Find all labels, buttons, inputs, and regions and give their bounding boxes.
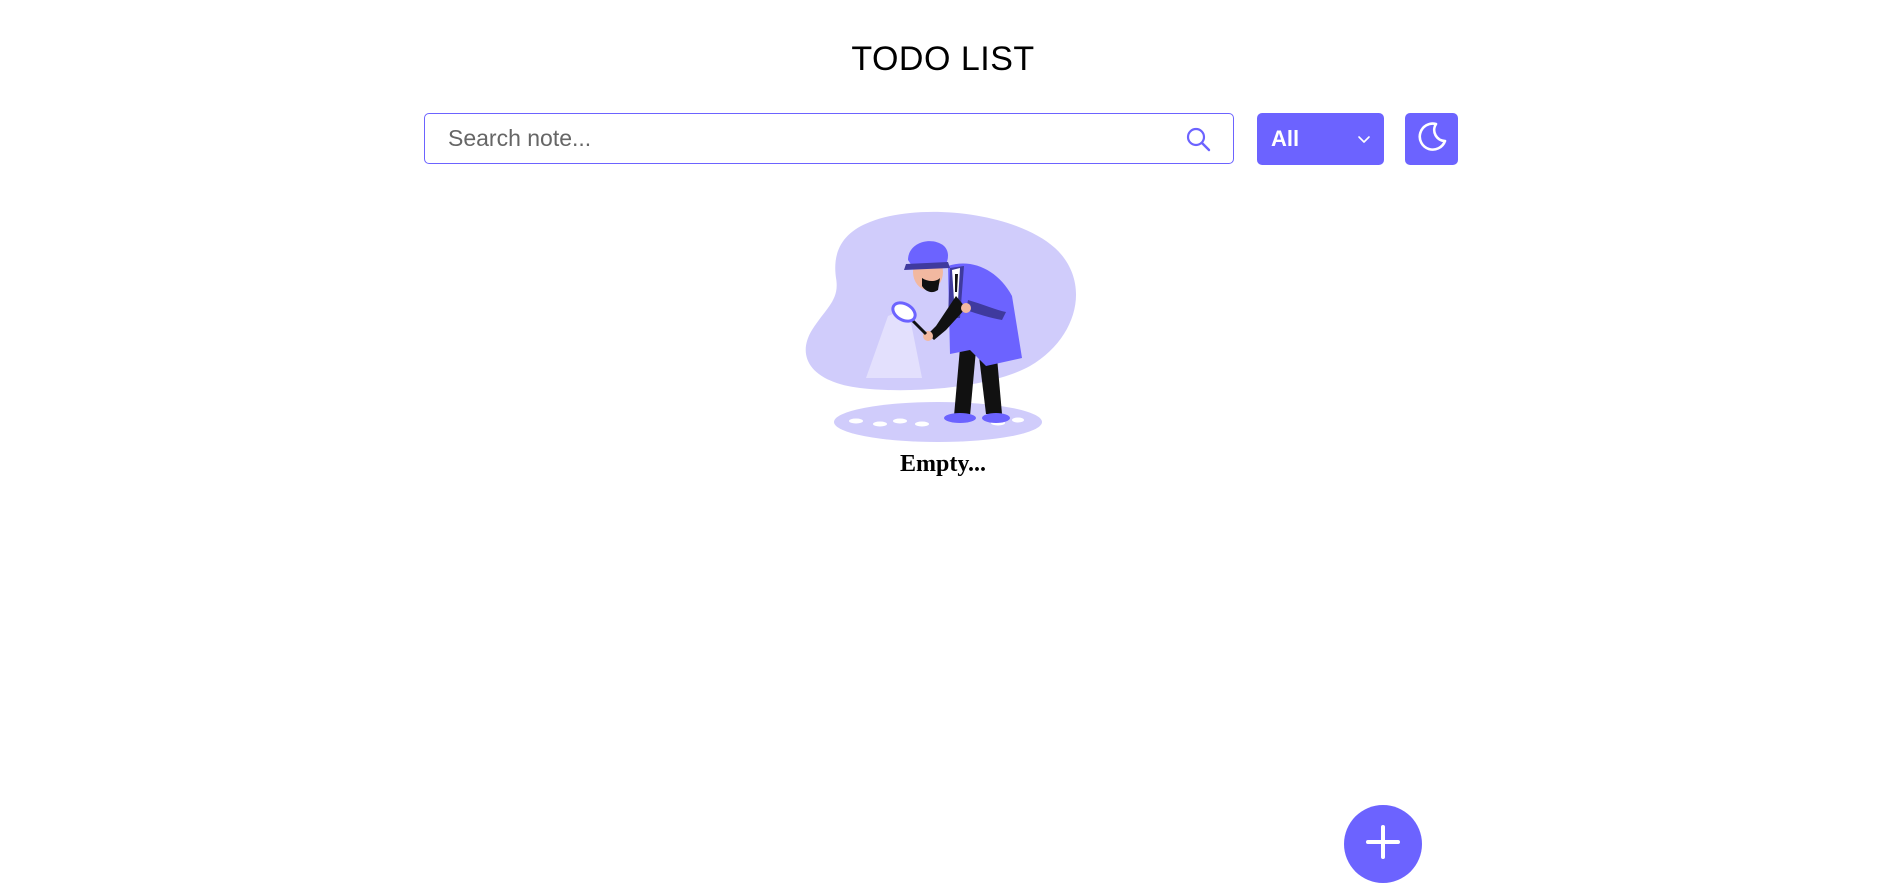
moon-icon: [1415, 120, 1449, 159]
filter-selected-value: All: [1271, 126, 1300, 151]
search-icon[interactable]: [1183, 124, 1213, 154]
search-input[interactable]: [425, 113, 1183, 164]
todo-app: TODO LIST All: [0, 0, 1886, 887]
search-bar: [424, 113, 1234, 164]
filter-select[interactable]: All: [1257, 113, 1384, 165]
page-title: TODO LIST: [851, 40, 1035, 78]
add-note-button[interactable]: [1344, 805, 1422, 883]
theme-toggle-button[interactable]: [1405, 113, 1458, 165]
plus-icon: [1363, 822, 1403, 867]
detective-illustration: [800, 208, 1082, 444]
chevron-down-icon: [1356, 131, 1372, 147]
empty-state-message: Empty...: [899, 451, 986, 477]
